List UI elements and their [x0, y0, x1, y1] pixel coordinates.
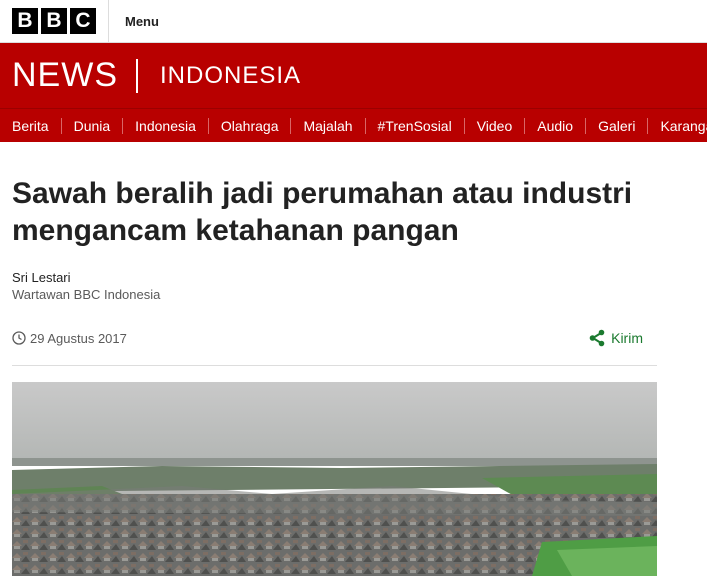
share-label: Kirim	[611, 330, 643, 346]
article: Sawah beralih jadi perumahan atau indust…	[12, 175, 657, 366]
nav-item-olahraga[interactable]: Olahraga	[209, 117, 292, 134]
date-text: 29 Agustus 2017	[30, 330, 127, 346]
article-headline: Sawah beralih jadi perumahan atau indust…	[12, 177, 633, 247]
news-masthead: NEWS INDONESIA	[0, 43, 707, 108]
section-nav: Berita Dunia Indonesia Olahraga Majalah …	[0, 108, 707, 142]
hero-image	[12, 382, 657, 576]
nav-item-video[interactable]: Video	[465, 117, 526, 134]
menu-button[interactable]: Menu	[109, 14, 159, 29]
share-button[interactable]: Kirim	[588, 329, 643, 347]
bbc-logo-letter: B	[12, 8, 38, 34]
nav-item-berita[interactable]: Berita	[0, 117, 62, 134]
article-meta: 29 Agustus 2017 Kirim	[12, 325, 657, 366]
byline: Sri Lestari Wartawan BBC Indonesia	[12, 269, 657, 303]
nav-item-dunia[interactable]: Dunia	[62, 117, 124, 134]
bbc-logo-letter: C	[70, 8, 96, 34]
news-logo[interactable]: NEWS	[12, 56, 118, 95]
nav-item-karangan[interactable]: Karangan	[648, 118, 707, 134]
bbc-logo[interactable]: B B C	[0, 0, 109, 42]
top-bar: B B C Menu	[0, 0, 707, 43]
clock-icon	[12, 331, 26, 345]
bbc-logo-letter: B	[41, 8, 67, 34]
nav-item-trensosial[interactable]: #TrenSosial	[366, 117, 465, 134]
nav-item-majalah[interactable]: Majalah	[291, 117, 366, 134]
author-role: Wartawan BBC Indonesia	[12, 287, 161, 302]
share-icon	[589, 329, 605, 347]
housing-aerial-photo	[12, 382, 657, 576]
nav-item-indonesia[interactable]: Indonesia	[123, 117, 209, 134]
masthead-divider	[136, 58, 138, 93]
nav-item-galeri[interactable]: Galeri	[586, 117, 649, 134]
nav-item-audio[interactable]: Audio	[525, 117, 587, 134]
author-name: Sri Lestari	[12, 270, 71, 285]
publish-date: 29 Agustus 2017	[12, 331, 127, 346]
edition-label[interactable]: INDONESIA	[160, 62, 301, 90]
